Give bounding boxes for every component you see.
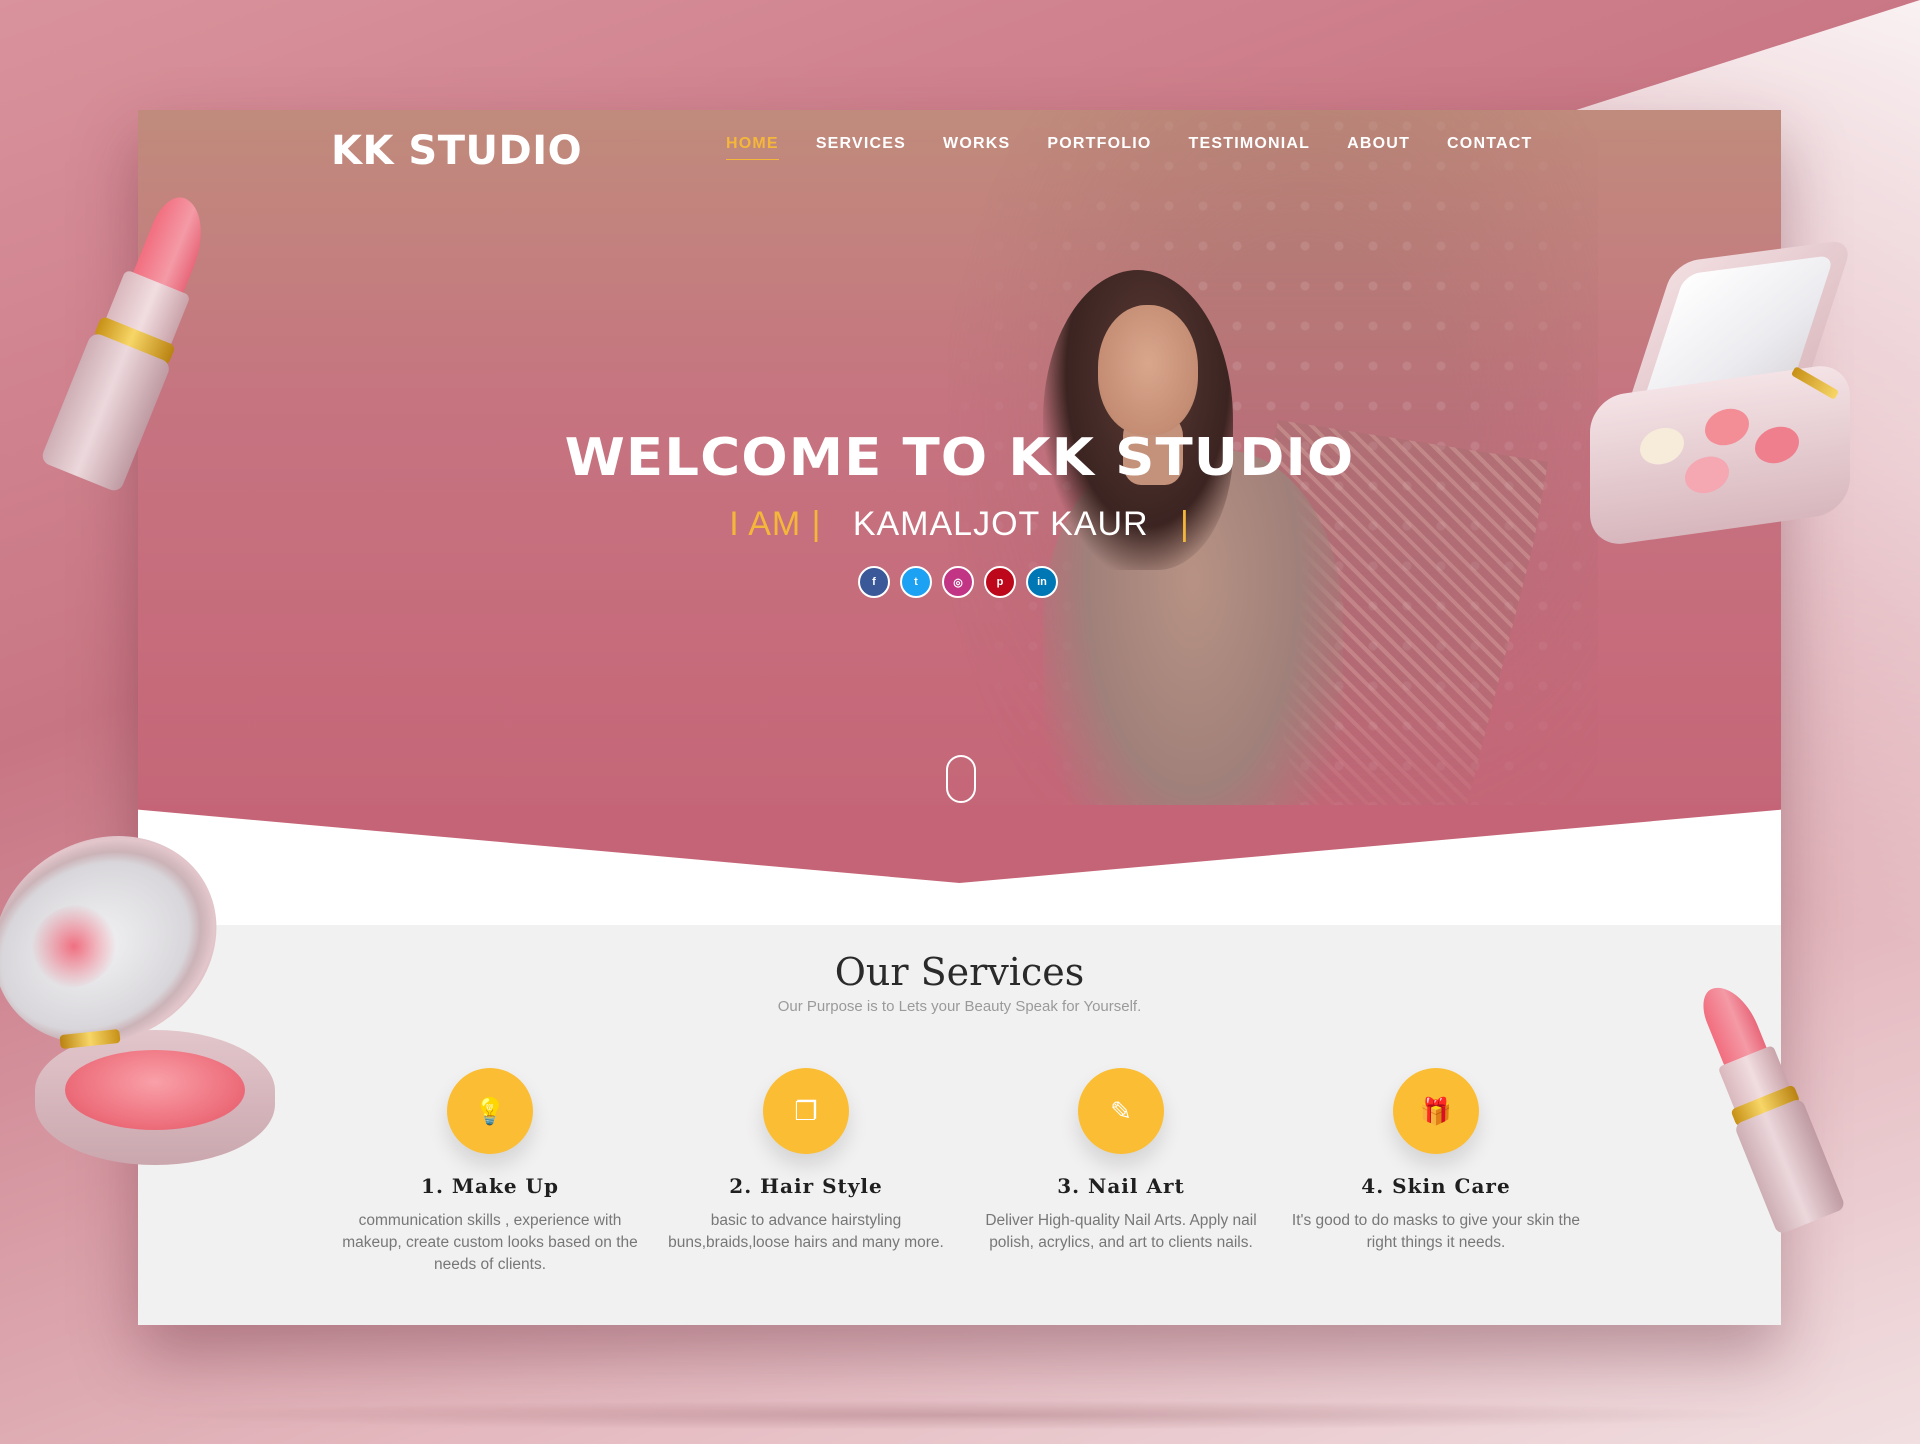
service-title: 2. Hair Style	[729, 1174, 883, 1198]
model-face	[1098, 305, 1198, 435]
services-heading: Our Services	[834, 950, 1085, 994]
palette-pan	[1705, 405, 1749, 449]
files-icon: ❐	[763, 1068, 849, 1154]
scroll-down-indicator[interactable]	[946, 755, 976, 803]
hero-typed-name: KAMALJOT KAUR	[852, 505, 1149, 543]
social-links: f t ◎ p in	[858, 566, 1058, 598]
eyeshadow-palette-decoration	[1590, 239, 1880, 549]
pinterest-icon[interactable]: p	[984, 566, 1016, 598]
brush-icon: ✎	[1078, 1068, 1164, 1154]
service-card-hairstyle[interactable]: ❐ 2. Hair Style basic to advance hairsty…	[656, 1068, 956, 1254]
service-description: Deliver High-quality Nail Arts. Apply na…	[985, 1212, 1257, 1251]
gift-icon: 🎁	[1393, 1068, 1479, 1154]
nav-item-portfolio[interactable]: PORTFOLIO	[1047, 135, 1151, 160]
hero-typing-cursor: |	[1179, 505, 1190, 543]
main-nav: HOME SERVICES WORKS PORTFOLIO TESTIMONIA…	[726, 135, 1569, 160]
service-description: basic to advance hairstyling buns,braids…	[668, 1212, 944, 1251]
service-description: communication skills , experience with m…	[342, 1212, 638, 1273]
service-card-makeup[interactable]: 💡 1. Make Up communication skills , expe…	[340, 1068, 640, 1276]
service-title: 1. Make Up	[421, 1174, 559, 1198]
background-shadow	[150, 1400, 1790, 1430]
palette-tray	[1590, 361, 1850, 549]
palette-pan	[1755, 423, 1799, 467]
service-title: 4. Skin Care	[1361, 1174, 1511, 1198]
nav-item-works[interactable]: WORKS	[943, 135, 1010, 160]
linkedin-icon[interactable]: in	[1026, 566, 1058, 598]
hero-sub-prefix: I AM |	[729, 505, 822, 543]
palette-pan	[1685, 453, 1729, 496]
nav-item-home[interactable]: HOME	[726, 135, 779, 160]
blush-pan	[65, 1050, 245, 1130]
twitter-icon[interactable]: t	[900, 566, 932, 598]
site-logo[interactable]: KK STUDIO	[331, 128, 582, 174]
nav-item-services[interactable]: SERVICES	[816, 135, 906, 160]
blush-compact-base	[35, 1030, 275, 1165]
instagram-icon[interactable]: ◎	[942, 566, 974, 598]
nav-item-testimonial[interactable]: TESTIMONIAL	[1189, 135, 1311, 160]
service-card-skincare[interactable]: 🎁 4. Skin Care It's good to do masks to …	[1286, 1068, 1586, 1254]
nav-item-contact[interactable]: CONTACT	[1447, 135, 1532, 160]
hero-subtitle: I AM | KAMALJOT KAUR |	[138, 505, 1781, 544]
hero-title: WELCOME TO KK STUDIO	[564, 428, 1355, 488]
palette-pan	[1640, 425, 1684, 468]
mirror-reflection	[15, 889, 133, 1004]
hero-section: KK STUDIO HOME SERVICES WORKS PORTFOLIO …	[138, 110, 1781, 880]
services-subheading: Our Purpose is to Lets your Beauty Speak…	[777, 998, 1142, 1015]
lightbulb-icon: 💡	[447, 1068, 533, 1154]
service-card-nailart[interactable]: ✎ 3. Nail Art Deliver High-quality Nail …	[971, 1068, 1271, 1254]
nav-item-about[interactable]: ABOUT	[1347, 135, 1410, 160]
facebook-icon[interactable]: f	[858, 566, 890, 598]
website-mockup: KK STUDIO HOME SERVICES WORKS PORTFOLIO …	[138, 110, 1781, 1325]
service-description: It's good to do masks to give your skin …	[1291, 1212, 1581, 1251]
service-title: 3. Nail Art	[1057, 1174, 1185, 1198]
